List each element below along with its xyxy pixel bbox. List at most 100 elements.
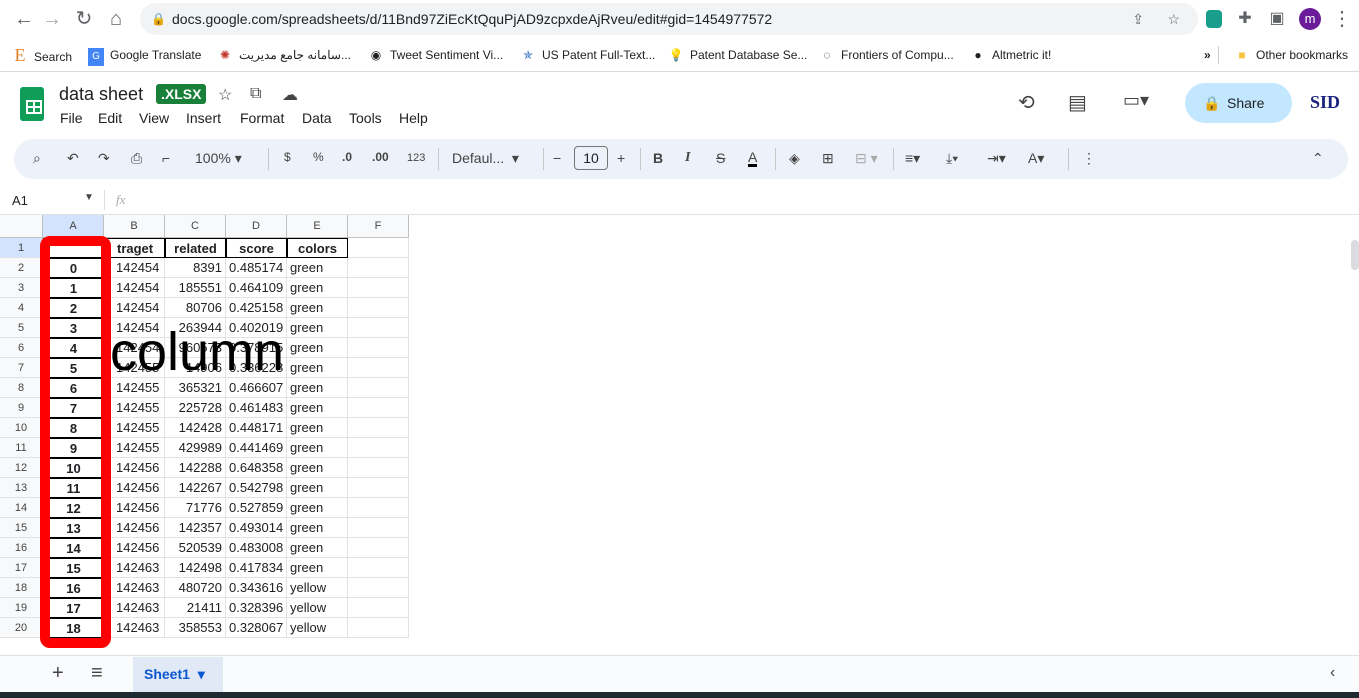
row-header[interactable]: 20 xyxy=(0,618,43,638)
comments-icon[interactable]: ▤ xyxy=(1068,90,1087,115)
strikethrough-icon[interactable]: S xyxy=(716,150,725,166)
table-cell[interactable]: 142288 xyxy=(165,458,226,478)
row-header[interactable]: 18 xyxy=(0,578,43,598)
table-cell[interactable]: 358553 xyxy=(165,618,226,638)
table-cell[interactable]: 142463 xyxy=(104,618,165,638)
row-header[interactable]: 14 xyxy=(0,498,43,518)
row-header[interactable]: 9 xyxy=(0,398,43,418)
merge-cells-icon[interactable]: ⊟ ▾ xyxy=(855,150,878,167)
column-header-d[interactable]: D xyxy=(226,215,287,238)
bookmark[interactable]: 💡 Patent Database Se... xyxy=(668,46,808,64)
table-cell[interactable]: 0.527859 xyxy=(226,498,287,518)
table-cell[interactable]: green xyxy=(287,498,348,518)
table-cell[interactable]: 142455 xyxy=(104,418,165,438)
table-cell[interactable]: 0.483008 xyxy=(226,538,287,558)
table-cell[interactable] xyxy=(348,398,409,418)
table-cell[interactable]: green xyxy=(287,538,348,558)
row-header[interactable]: 16 xyxy=(0,538,43,558)
table-cell[interactable]: 142456 xyxy=(104,498,165,518)
italic-button[interactable]: I xyxy=(685,150,690,166)
table-cell[interactable]: 0.648358 xyxy=(226,458,287,478)
header-cell[interactable]: related xyxy=(165,238,226,258)
browser-menu-icon[interactable]: ⋮ xyxy=(1330,7,1354,31)
table-cell[interactable]: 142454 xyxy=(104,298,165,318)
table-cell[interactable]: yellow xyxy=(287,598,348,618)
vertical-align-icon[interactable]: ⤓▾ xyxy=(946,150,958,167)
horizontal-align-icon[interactable]: ≡▾ xyxy=(905,150,920,167)
header-cell[interactable]: colors xyxy=(287,238,348,258)
print-icon[interactable]: ⎙ xyxy=(131,150,142,167)
increase-font-size-icon[interactable]: + xyxy=(617,150,625,166)
extensions-icon[interactable]: ✚ xyxy=(1233,7,1257,31)
table-cell[interactable] xyxy=(348,498,409,518)
column-header-f[interactable]: F xyxy=(348,215,409,238)
move-folder-icon[interactable]: ⧉ xyxy=(250,85,261,103)
text-wrapping-icon[interactable]: ⇥▾ xyxy=(987,150,1006,167)
vertical-scrollbar[interactable] xyxy=(1351,240,1359,270)
table-cell[interactable] xyxy=(348,418,409,438)
column-header-a[interactable]: A xyxy=(43,215,104,238)
table-cell[interactable]: 0.464109 xyxy=(226,278,287,298)
select-all-corner[interactable] xyxy=(0,215,43,238)
home-icon[interactable]: ⌂ xyxy=(104,7,128,31)
row-header[interactable]: 13 xyxy=(0,478,43,498)
table-cell[interactable]: 142463 xyxy=(104,558,165,578)
table-cell[interactable]: green xyxy=(287,318,348,338)
table-cell[interactable]: 142455 xyxy=(104,398,165,418)
bookmark[interactable]: ✯ US Patent Full-Text... xyxy=(520,46,655,64)
other-bookmarks[interactable]: ■ Other bookmarks xyxy=(1234,46,1348,64)
table-cell[interactable] xyxy=(348,278,409,298)
column-header-c[interactable]: C xyxy=(165,215,226,238)
row-header[interactable]: 7 xyxy=(0,358,43,378)
collapse-toolbar-icon[interactable]: ⌃ xyxy=(1312,150,1324,167)
menu-view[interactable]: View xyxy=(139,110,169,126)
decrease-decimal-button[interactable]: .0 xyxy=(342,150,352,164)
table-cell[interactable]: 0.485174 xyxy=(226,258,287,278)
row-header[interactable]: 5 xyxy=(0,318,43,338)
bookmark[interactable]: ◌ Frontiers of Compu... xyxy=(819,46,953,64)
undo-icon[interactable]: ↶ xyxy=(67,150,79,167)
table-cell[interactable]: green xyxy=(287,338,348,358)
text-rotation-icon[interactable]: A▾ xyxy=(1028,150,1044,167)
table-cell[interactable] xyxy=(348,318,409,338)
bold-button[interactable]: B xyxy=(653,150,663,166)
currency-button[interactable]: $ xyxy=(284,150,291,164)
table-cell[interactable]: green xyxy=(287,258,348,278)
menu-edit[interactable]: Edit xyxy=(98,110,122,126)
fill-color-icon[interactable]: ◈ xyxy=(789,150,800,167)
table-cell[interactable]: 21411 xyxy=(165,598,226,618)
share-page-icon[interactable]: ⇪ xyxy=(1132,3,1144,35)
table-cell[interactable]: 142428 xyxy=(165,418,226,438)
table-cell[interactable]: 0.328396 xyxy=(226,598,287,618)
table-cell[interactable]: green xyxy=(287,438,348,458)
version-history-icon[interactable]: ⟲ xyxy=(1018,90,1035,115)
row-header[interactable]: 8 xyxy=(0,378,43,398)
increase-decimal-button[interactable]: .00 xyxy=(372,150,389,164)
row-header[interactable]: 15 xyxy=(0,518,43,538)
paint-format-icon[interactable]: ⌐ xyxy=(162,150,170,166)
all-sheets-button[interactable]: ≡ xyxy=(91,662,103,685)
bookmark[interactable]: ◉ Tweet Sentiment Vi... xyxy=(368,46,503,64)
bookmark[interactable]: G Google Translate xyxy=(88,46,201,66)
table-cell[interactable] xyxy=(348,298,409,318)
font-select[interactable]: Defaul... ▾ xyxy=(452,150,519,167)
table-cell[interactable]: 0.448171 xyxy=(226,418,287,438)
table-cell[interactable]: 142456 xyxy=(104,458,165,478)
sheet-tab-sheet1[interactable]: Sheet1 ▾ xyxy=(133,657,223,692)
table-cell[interactable]: green xyxy=(287,518,348,538)
row-header[interactable]: 4 xyxy=(0,298,43,318)
table-cell[interactable]: 0.461483 xyxy=(226,398,287,418)
back-icon[interactable]: ← xyxy=(12,7,36,31)
table-cell[interactable]: 142357 xyxy=(165,518,226,538)
table-cell[interactable]: green xyxy=(287,558,348,578)
table-cell[interactable]: 80706 xyxy=(165,298,226,318)
more-bookmarks[interactable]: » xyxy=(1204,46,1211,64)
table-cell[interactable] xyxy=(348,578,409,598)
formula-input[interactable] xyxy=(140,190,1340,210)
redo-icon[interactable]: ↷ xyxy=(98,150,110,167)
table-cell[interactable]: green xyxy=(287,398,348,418)
table-cell[interactable]: 0.441469 xyxy=(226,438,287,458)
menu-tools[interactable]: Tools xyxy=(349,110,382,126)
table-cell[interactable]: 142456 xyxy=(104,478,165,498)
table-cell[interactable]: green xyxy=(287,298,348,318)
